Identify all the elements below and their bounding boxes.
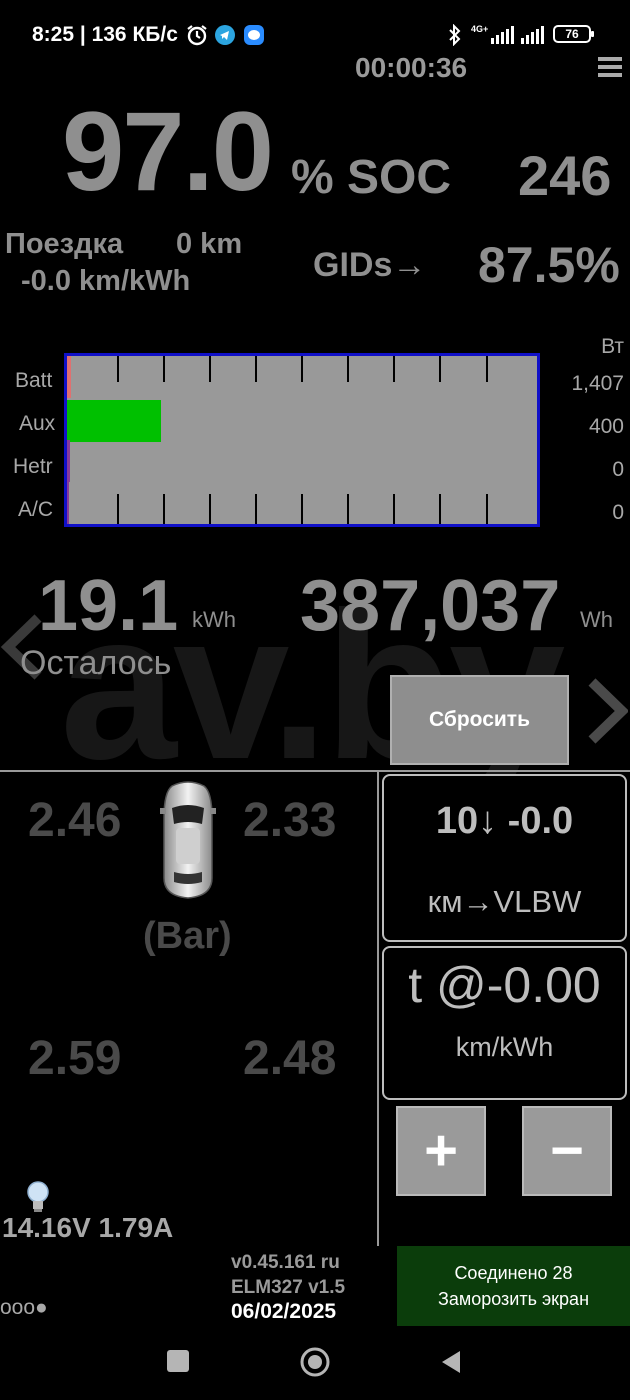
bluetooth-icon — [447, 23, 463, 51]
efficiency-box-bottom: km/kWh — [455, 1032, 554, 1062]
gids-label-text: GIDs — [313, 246, 393, 284]
session-timer: 00:00:36 — [355, 52, 468, 83]
freeze-screen-button[interactable]: Заморозить экран — [397, 1286, 630, 1312]
reset-button[interactable]: Сбросить — [390, 675, 569, 765]
power-bar-hetr — [67, 440, 70, 482]
signal-icon-2 — [521, 26, 544, 44]
clock-text: 8:25 — [32, 23, 75, 46]
row-value-ac: 0 — [612, 501, 624, 524]
chart-tick-bottom — [439, 494, 442, 524]
energy-total: 387,037 — [300, 566, 561, 646]
gids-count: 246 — [518, 144, 612, 207]
trip-efficiency: -0.0 km/kWh — [21, 265, 191, 297]
power-bar-ac — [67, 482, 69, 524]
row-label-batt: Batt — [15, 369, 53, 392]
range-box-top: 10↓ -0.0 — [435, 800, 574, 842]
page-dots: ooo● — [0, 1296, 48, 1319]
chart-tick-top — [209, 356, 212, 382]
range-box-bottom: км→VLBW — [427, 884, 582, 919]
power-bar-aux — [67, 400, 161, 442]
menu-icon[interactable] — [598, 56, 622, 83]
back-icon[interactable] — [440, 1349, 462, 1380]
alarm-icon — [186, 24, 208, 51]
net-speed-text: 136 КБ/с — [91, 23, 178, 46]
gids-arrow: → — [392, 246, 427, 284]
gids-percent: 87.5% — [478, 237, 620, 293]
soc-unit: % SOC — [291, 151, 452, 204]
car-top-view-icon — [158, 778, 218, 907]
recents-icon[interactable] — [167, 1350, 189, 1372]
row-value-hetr: 0 — [612, 458, 624, 481]
chart-tick-bottom — [301, 494, 304, 524]
chart-tick-top — [439, 356, 442, 382]
trip-label: Поездка — [5, 228, 124, 260]
column-divider — [377, 772, 379, 1246]
energy-remaining: 19.1 — [38, 566, 179, 646]
chart-tick-top — [255, 356, 258, 382]
tire-pressure-unit: (Bar) — [143, 915, 232, 957]
battery-icon: 76 — [553, 25, 594, 43]
row-label-aux: Aux — [19, 412, 56, 435]
row-label-ac: A/C — [18, 498, 54, 521]
tire-front-right: 2.33 — [243, 794, 337, 847]
gids-label: GIDs→ — [313, 246, 426, 285]
connection-status: Соединено 28 — [454, 1263, 573, 1283]
row-label-hetr: Hetr — [13, 455, 53, 478]
soc-value: 97.0 — [62, 89, 274, 214]
energy-total-unit: Wh — [580, 607, 613, 632]
power-unit-label: Вт — [601, 335, 624, 358]
chart-tick-bottom — [117, 494, 120, 524]
energy-remaining-label: Осталось — [20, 644, 172, 682]
tire-rear-left: 2.59 — [28, 1032, 122, 1085]
plus-label: + — [424, 1118, 458, 1183]
section-divider — [0, 770, 630, 772]
chart-tick-bottom — [347, 494, 350, 524]
chart-tick-top — [347, 356, 350, 382]
adapter-version: ELM327 v1.5 — [231, 1277, 346, 1298]
minus-label: − — [550, 1118, 584, 1183]
signal-icon — [491, 26, 514, 44]
messenger-icon — [244, 25, 264, 45]
status-time: 8:25 | 136 КБ/с — [32, 23, 178, 46]
connection-panel[interactable]: Соединено 28 Заморозить экран — [397, 1246, 630, 1326]
efficiency-box[interactable]: t @-0.00 km/kWh — [382, 946, 627, 1100]
network-type: 4G+ — [471, 24, 489, 34]
chart-tick-top — [163, 356, 166, 382]
power-bar-chart — [64, 353, 540, 527]
efficiency-box-top: t @-0.00 — [408, 957, 601, 1013]
power-bar-batt — [67, 356, 71, 398]
range-box[interactable]: 10↓ -0.0 км→VLBW — [382, 774, 627, 942]
date-text: 06/02/2025 — [231, 1300, 337, 1323]
chart-tick-top — [393, 356, 396, 382]
minus-button[interactable]: − — [522, 1106, 612, 1196]
plus-button[interactable]: + — [396, 1106, 486, 1196]
next-arrow-icon[interactable] — [584, 676, 630, 751]
row-value-aux: 400 — [588, 415, 624, 438]
chart-tick-bottom — [163, 494, 166, 524]
chart-tick-top — [485, 356, 488, 382]
home-icon[interactable] — [299, 1346, 331, 1383]
energy-remaining-unit: kWh — [192, 607, 236, 632]
chart-tick-bottom — [393, 494, 396, 524]
chart-tick-top — [301, 356, 304, 382]
row-value-batt: 1,407 — [571, 372, 624, 395]
chart-tick-bottom — [255, 494, 258, 524]
aux-battery-readout: 14.16V 1.79A — [2, 1212, 174, 1243]
chart-tick-bottom — [485, 494, 488, 524]
app-version: v0.45.161 ru — [231, 1252, 340, 1273]
tire-rear-right: 2.48 — [243, 1032, 337, 1085]
chart-tick-top — [117, 356, 120, 382]
chart-tick-bottom — [209, 494, 212, 524]
tire-front-left: 2.46 — [28, 794, 122, 847]
telegram-icon — [215, 25, 235, 45]
trip-distance: 0 km — [176, 228, 243, 260]
